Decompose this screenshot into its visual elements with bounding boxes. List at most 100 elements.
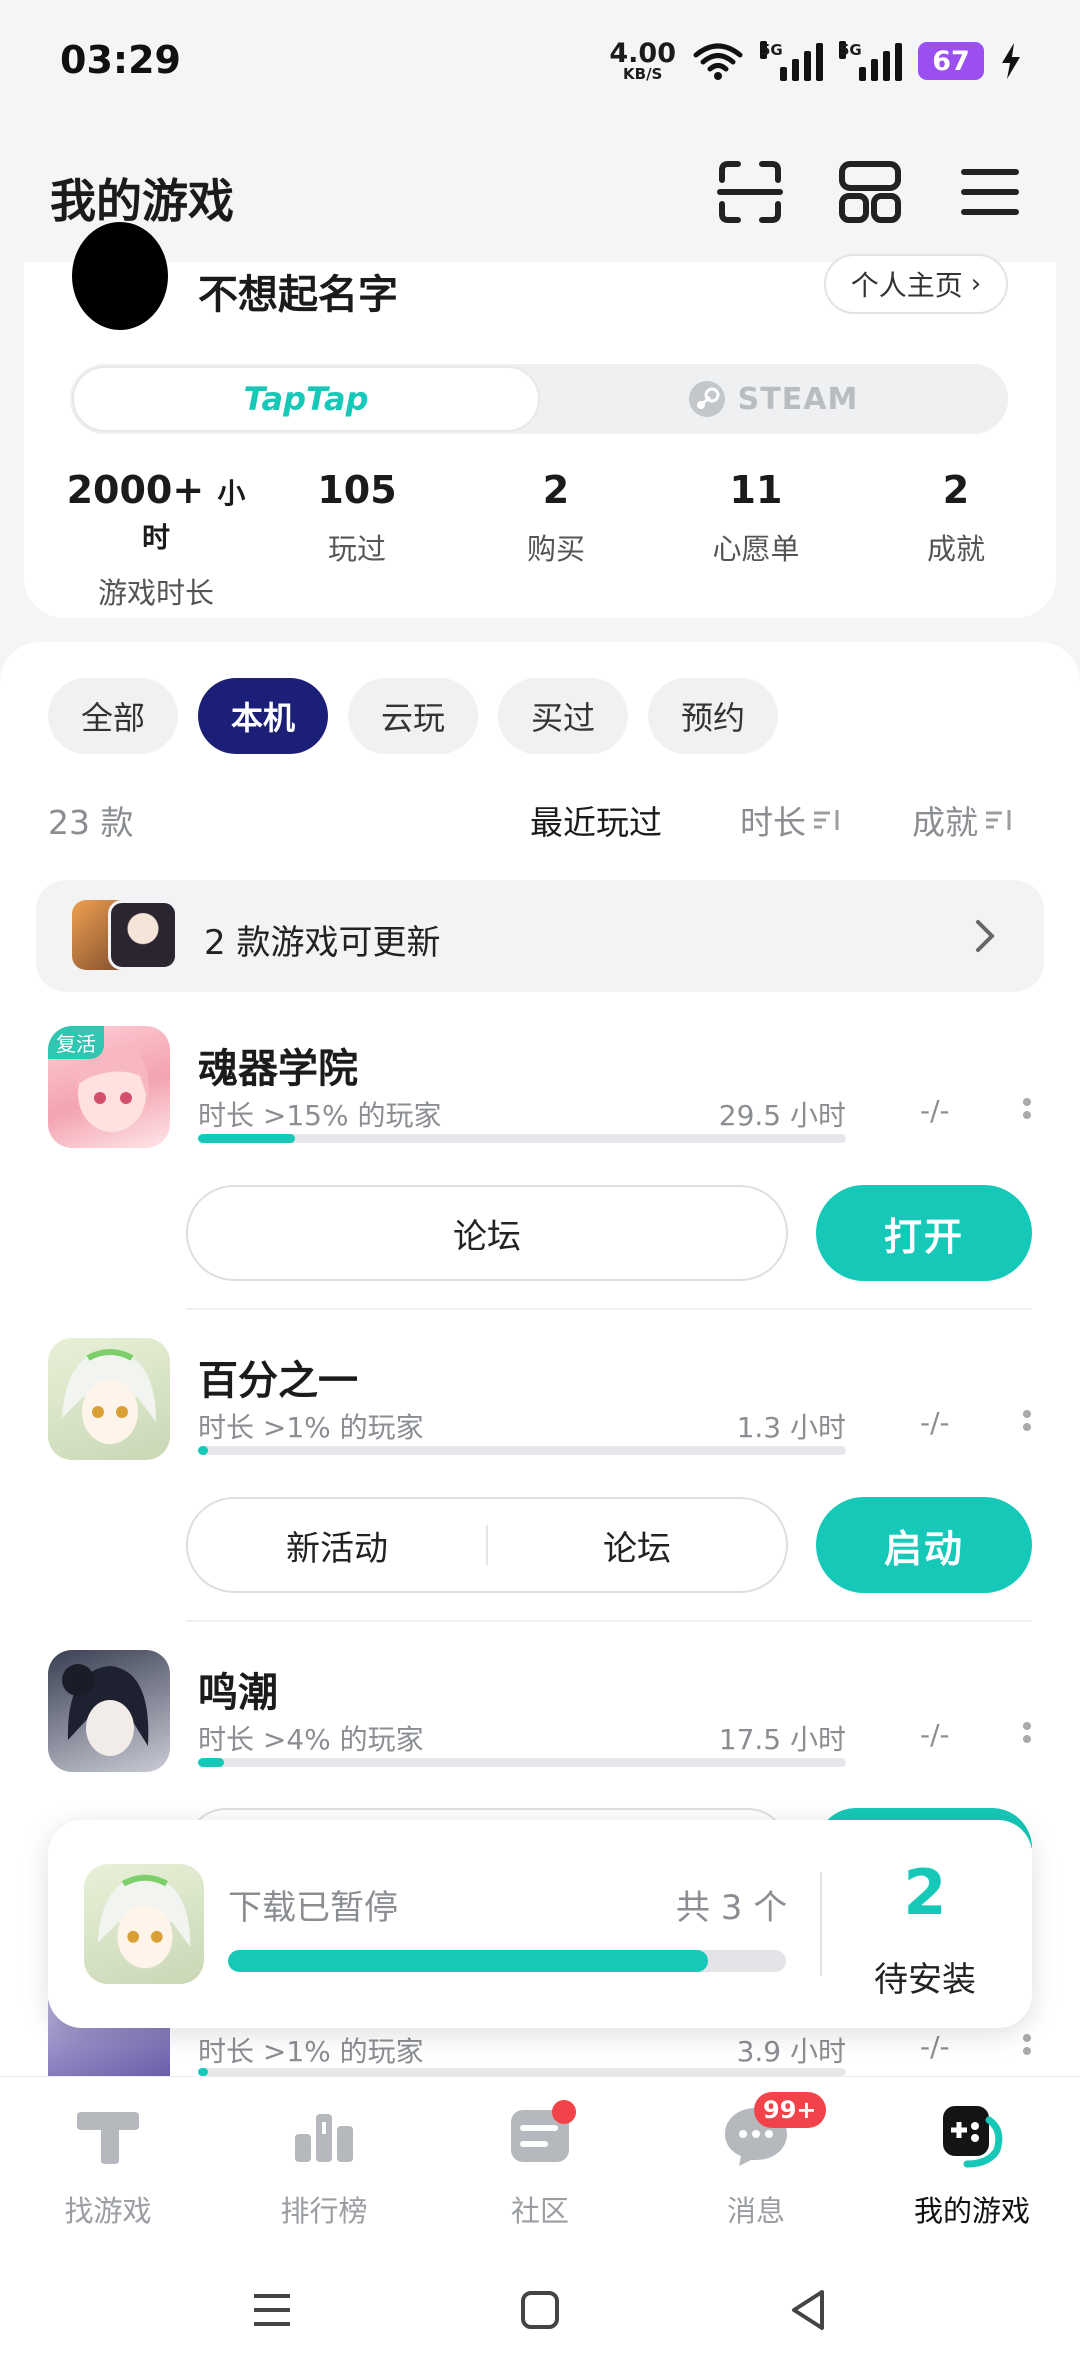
status-icons: 4.00 KB/S 5G 5G 67 [609, 40, 1022, 82]
sim2-label: 5G [839, 41, 862, 59]
nav-label: 排行榜 [280, 2194, 368, 2228]
nav-messages[interactable]: 消息 99+ [666, 2092, 846, 2230]
forum-button[interactable]: 论坛 [488, 1521, 786, 1570]
game-icon[interactable] [48, 1338, 170, 1460]
game-hours: 1.3 小时 [736, 1411, 846, 1444]
menu-icon[interactable] [956, 158, 1024, 226]
stat-value: 105 [317, 468, 397, 512]
net-speed-value: 4.00 [609, 38, 676, 69]
sort-achievement-label: 成就 [912, 803, 978, 842]
taptap-logo-text: TapTap [243, 380, 369, 418]
game-percentile: 时长 >1% 的玩家 [198, 1411, 424, 1444]
sort-recent[interactable]: 最近玩过 [530, 796, 662, 844]
stat-label: 心愿单 [712, 532, 800, 566]
charging-icon [1002, 43, 1020, 79]
steam-icon [688, 381, 725, 417]
gamepad-icon [943, 2106, 1003, 2168]
divider [820, 1872, 822, 1976]
stat-number: 2000+ [66, 468, 205, 512]
signal-icon-sim1: 5G [760, 41, 823, 81]
pending-install-label: 待安装 [874, 1960, 976, 2000]
stat-value: 2 [942, 468, 970, 512]
game-actions: 新活动 论坛 [186, 1497, 788, 1593]
platform-tab-steam[interactable]: STEAM [540, 366, 1006, 432]
game-achievement: -/- [920, 1094, 950, 1127]
profile-home-button[interactable]: 个人主页 › [824, 254, 1008, 314]
more-options-icon[interactable] [1023, 1098, 1033, 1124]
home-icon[interactable] [520, 2290, 560, 2330]
game-badge: 复活 [48, 1026, 104, 1059]
notification-dot [552, 2100, 576, 2124]
sort-duration[interactable]: 时长 [740, 796, 842, 844]
download-status: 下载已暂停 [228, 1888, 398, 1928]
status-time: 03:29 [60, 38, 181, 82]
download-progress-bar [228, 1950, 786, 1972]
avatar[interactable] [72, 222, 168, 330]
stat-value: 11 [729, 468, 783, 512]
back-icon[interactable] [788, 2288, 828, 2332]
game-hours: 3.9 小时 [736, 2035, 846, 2068]
game-name: 百分之一 [198, 1358, 358, 1404]
stat-label: 玩过 [327, 532, 386, 566]
taptap-icon [77, 2112, 139, 2164]
user-name: 不想起名字 [198, 272, 398, 318]
scan-icon[interactable] [716, 158, 784, 226]
more-options-icon[interactable] [1023, 1722, 1033, 1748]
update-banner[interactable] [36, 880, 1044, 992]
stat-played[interactable]: 105 玩过 [257, 468, 457, 568]
sort-icon [986, 810, 1011, 830]
page-title: 我的游戏 [50, 174, 234, 228]
divider [186, 1620, 1032, 1622]
stat-label: 成就 [926, 532, 985, 566]
download-total: 共 3 个 [676, 1888, 788, 1928]
filter-chip-reserved[interactable]: 预约 [648, 678, 778, 754]
nav-label: 社区 [510, 2194, 569, 2228]
game-percentile: 时长 >4% 的玩家 [198, 1723, 424, 1756]
forum-button[interactable]: 论坛 [186, 1185, 788, 1281]
stat-label: 游戏时长 [97, 576, 214, 610]
more-options-icon[interactable] [1023, 1410, 1033, 1436]
game-achievement: -/- [920, 2030, 950, 2063]
stat-achievements[interactable]: 2 成就 [856, 468, 1056, 568]
grid-icon[interactable] [836, 158, 904, 226]
platform-tab-taptap[interactable]: TapTap [72, 366, 540, 432]
playtime-bar [198, 2068, 846, 2076]
battery-level: 67 [932, 45, 970, 77]
net-speed-unit: KB/S [623, 65, 663, 83]
nav-find-games[interactable]: 找游戏 [18, 2100, 198, 2230]
game-name: 魂器学院 [198, 1046, 358, 1092]
battery-icon: 67 [918, 42, 984, 80]
game-percentile: 时长 >1% 的玩家 [198, 2035, 424, 2068]
anime-character-icon [62, 1664, 149, 1756]
launch-button[interactable]: 启动 [816, 1497, 1032, 1593]
filter-chip-all[interactable]: 全部 [48, 678, 178, 754]
stat-value: 2 [542, 468, 570, 512]
nav-label: 我的游戏 [913, 2194, 1030, 2228]
filter-chip-cloud[interactable]: 云玩 [348, 678, 478, 754]
more-options-icon[interactable] [1023, 2034, 1033, 2060]
ranking-icon [295, 2114, 353, 2162]
signal-icon-sim2: 5G [839, 41, 902, 81]
nav-label: 找游戏 [64, 2194, 152, 2228]
stat-wishlist[interactable]: 11 心愿单 [656, 468, 856, 568]
nav-community[interactable]: 社区 [450, 2100, 630, 2230]
stat-purchased[interactable]: 2 购买 [456, 468, 656, 568]
stat-play-time[interactable]: 2000+ 小时 游戏时长 [56, 468, 256, 612]
game-icon[interactable] [48, 1650, 170, 1772]
open-button[interactable]: 打开 [816, 1185, 1032, 1281]
game-icon[interactable]: 复活 [48, 1026, 170, 1148]
pending-install-count: 2 [903, 1856, 947, 1929]
net-speed: 4.00 KB/S [609, 40, 676, 82]
game-achievement: -/- [920, 1718, 950, 1751]
filter-chip-bought[interactable]: 买过 [498, 678, 628, 754]
playtime-bar [198, 1134, 846, 1143]
game-achievement: -/- [920, 1406, 950, 1439]
nav-my-games[interactable]: 我的游戏 [882, 2100, 1062, 2230]
filter-chip-local[interactable]: 本机 [198, 678, 328, 754]
nav-rankings[interactable]: 排行榜 [234, 2100, 414, 2230]
sort-icon [814, 810, 839, 830]
recent-apps-icon[interactable] [252, 2290, 292, 2330]
message-count-badge: 99+ [754, 2092, 826, 2128]
new-event-button[interactable]: 新活动 [188, 1521, 486, 1570]
sort-achievement[interactable]: 成就 [912, 796, 1014, 844]
